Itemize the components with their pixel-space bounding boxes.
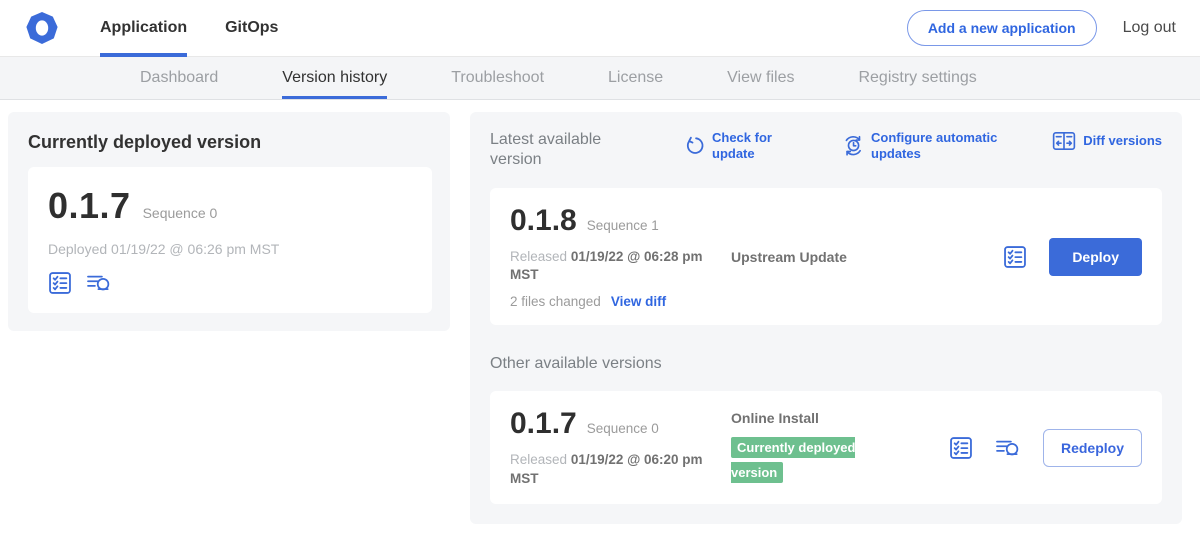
other-released-timestamp: Released 01/19/22 @ 06:20 pm MST [510, 451, 715, 487]
available-versions-header: Latest available version Check for updat… [490, 130, 1162, 170]
deployed-timestamp: Deployed 01/19/22 @ 06:26 pm MST [48, 241, 412, 257]
app-logo-icon [24, 10, 60, 46]
preflight-checks-icon[interactable] [1003, 245, 1027, 269]
tab-license[interactable]: License [608, 57, 663, 99]
other-sequence-label: Sequence 0 [587, 421, 659, 436]
other-versions-heading: Other available versions [490, 355, 1162, 373]
add-application-button[interactable]: Add a new application [907, 10, 1097, 46]
latest-available-title: Latest available version [490, 130, 622, 170]
preflight-checks-icon[interactable] [949, 436, 973, 460]
tab-version-history[interactable]: Version history [282, 57, 387, 99]
deployed-sequence-label: Sequence 0 [143, 205, 218, 221]
main-content: Currently deployed version 0.1.7 Sequenc… [0, 100, 1200, 524]
app-subnav: Dashboard Version history Troubleshoot L… [0, 57, 1200, 100]
redeploy-button[interactable]: Redeploy [1043, 429, 1142, 467]
schedule-update-icon [842, 135, 864, 157]
check-for-update-link[interactable]: Check for update [684, 130, 784, 163]
top-navbar: Application GitOps Add a new application… [0, 0, 1200, 57]
deploy-button[interactable]: Deploy [1049, 238, 1142, 276]
view-logs-icon[interactable] [995, 437, 1021, 459]
other-version-source: Online Install [731, 410, 931, 426]
view-diff-link[interactable]: View diff [611, 294, 666, 309]
diff-versions-link[interactable]: Diff versions [1052, 130, 1162, 152]
tab-view-files[interactable]: View files [727, 57, 794, 99]
latest-released-timestamp: Released 01/19/22 @ 06:28 pm MST [510, 248, 715, 284]
currently-deployed-panel: Currently deployed version 0.1.7 Sequenc… [8, 112, 450, 331]
logout-link[interactable]: Log out [1123, 19, 1176, 37]
deployed-version-card: 0.1.7 Sequence 0 Deployed 01/19/22 @ 06:… [28, 167, 432, 313]
other-version-number: 0.1.7 [510, 407, 577, 441]
currently-deployed-badge: Currently deployed version [731, 437, 855, 483]
latest-version-card: 0.1.8 Sequence 1 Released 01/19/22 @ 06:… [490, 188, 1162, 325]
tab-troubleshoot[interactable]: Troubleshoot [451, 57, 544, 99]
topnav-right: Add a new application Log out [907, 10, 1176, 46]
deployed-version-number: 0.1.7 [48, 185, 131, 227]
nav-tab-application[interactable]: Application [100, 0, 187, 57]
other-version-source-block: Online Install Currently deployed versio… [731, 410, 931, 485]
tab-registry-settings[interactable]: Registry settings [858, 57, 976, 99]
latest-version-source: Upstream Update [731, 249, 931, 265]
primary-nav-tabs: Application GitOps [100, 0, 278, 57]
view-logs-icon[interactable] [86, 272, 112, 294]
currently-deployed-title: Currently deployed version [28, 132, 432, 153]
latest-version-number: 0.1.8 [510, 204, 577, 238]
preflight-checks-icon[interactable] [48, 271, 72, 295]
configure-automatic-updates-link[interactable]: Configure automatic updates [842, 130, 1002, 163]
diff-icon [1052, 130, 1076, 152]
tab-dashboard[interactable]: Dashboard [140, 57, 218, 99]
latest-sequence-label: Sequence 1 [587, 218, 659, 233]
refresh-icon [684, 136, 705, 157]
nav-tab-gitops[interactable]: GitOps [225, 0, 278, 57]
available-versions-panel: Latest available version Check for updat… [470, 112, 1182, 524]
files-changed-label: 2 files changed [510, 294, 601, 309]
other-version-card: 0.1.7 Sequence 0 Released 01/19/22 @ 06:… [490, 391, 1162, 503]
